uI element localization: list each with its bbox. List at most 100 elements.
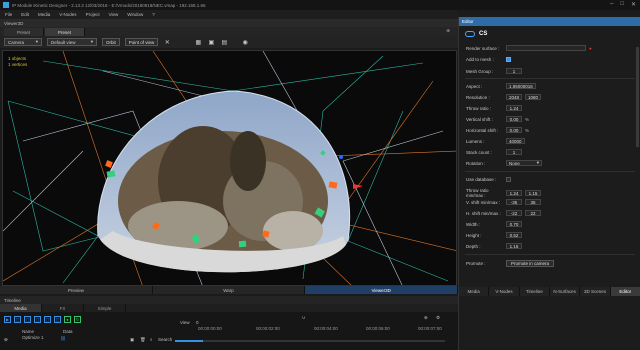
- grid-view-icon[interactable]: ▦: [194, 38, 202, 46]
- camera-select[interactable]: Camera ▾: [4, 38, 42, 46]
- link-icon[interactable]: ⛓: [60, 336, 66, 342]
- tab-vnodes[interactable]: V-Nodes: [489, 287, 520, 296]
- stack-count-field[interactable]: 1: [506, 149, 522, 155]
- delete-media-icon[interactable]: 🗑: [140, 337, 146, 343]
- layer-icon[interactable]: ▢: [34, 316, 41, 323]
- tab-label: Media: [14, 305, 27, 311]
- tab-editor[interactable]: Editor: [610, 287, 640, 296]
- surface-icon: [465, 31, 475, 37]
- tab-timeline-media[interactable]: Media: [0, 304, 42, 312]
- point-of-view-button[interactable]: Point of view: [124, 38, 159, 46]
- resolution-width-field[interactable]: 2048: [506, 94, 523, 100]
- editor-scrollbar[interactable]: [636, 47, 639, 147]
- lock-icon[interactable]: ⊖: [4, 337, 8, 343]
- loop-icon[interactable]: ↻: [74, 316, 81, 323]
- viewer3d-viewport[interactable]: 1 objects 1 vertices: [2, 50, 457, 286]
- column-header-data: Data: [63, 329, 73, 334]
- use-database-checkbox[interactable]: [506, 177, 511, 182]
- layer-icon[interactable]: ▢: [54, 316, 61, 323]
- tab-timeline[interactable]: Timeline: [520, 287, 550, 296]
- search-icon[interactable]: ⌕: [150, 337, 153, 342]
- stack-count-label: Stack count :: [466, 149, 493, 155]
- throw-max-field[interactable]: 1.15: [525, 190, 541, 196]
- vshift-max-field[interactable]: 35: [525, 199, 541, 205]
- close-button[interactable]: ✕: [631, 1, 636, 8]
- throw-min-field[interactable]: 1.24: [506, 190, 522, 196]
- editor-panel: Editor CS Render surface : ● Add to mesh…: [458, 17, 640, 350]
- depth-field[interactable]: 1.16: [506, 243, 522, 249]
- layer-icon[interactable]: ▢: [24, 316, 31, 323]
- add-media-icon[interactable]: ▣: [130, 337, 134, 343]
- ruler-tick: 00:00:04:00: [314, 326, 338, 331]
- eye-icon[interactable]: ◉: [241, 38, 249, 46]
- editor-object-title: CS: [465, 31, 487, 37]
- orbit-button[interactable]: Orbit: [102, 38, 120, 46]
- dome-surface[interactable]: [97, 90, 351, 276]
- menu-view[interactable]: View: [109, 12, 119, 17]
- tab-n-surfaces[interactable]: N-Surfaces: [550, 287, 581, 296]
- aspect-field[interactable]: 1.95000016: [506, 83, 536, 89]
- view-select[interactable]: Default view ▾: [47, 38, 97, 46]
- menu-window[interactable]: Window: [127, 12, 143, 17]
- tab-warp[interactable]: Warp: [153, 286, 306, 294]
- width-field[interactable]: 0.70: [506, 221, 522, 227]
- timeline-search-label[interactable]: Search: [158, 337, 172, 342]
- timeline-media-item[interactable]: Optimize 1: [22, 335, 44, 340]
- tab-timeline-fx[interactable]: FX: [42, 304, 84, 312]
- menu-help[interactable]: ?: [152, 12, 155, 17]
- height-label: Height :: [466, 232, 482, 238]
- tab-3d-scenes[interactable]: 3D Scenes: [580, 287, 611, 296]
- add-tab-icon[interactable]: ⊕: [446, 28, 450, 34]
- menu-project[interactable]: Project: [86, 12, 100, 17]
- lumens-label: Lumens :: [466, 138, 485, 144]
- promote-in-camera-button[interactable]: Promote in camera: [506, 260, 555, 267]
- scene-canvas[interactable]: [3, 51, 457, 286]
- add-to-mesh-checkbox[interactable]: [506, 57, 511, 62]
- hshift-minmax-label: H. shift min/max :: [466, 210, 501, 216]
- timeline-ruler[interactable]: 00:00:00:00 00:00:02:00 00:00:04:00 00:0…: [170, 318, 454, 331]
- vertical-shift-field[interactable]: 0.00: [506, 116, 522, 122]
- editor-object-name: CS: [479, 31, 488, 37]
- clear-icon[interactable]: ●: [589, 46, 592, 51]
- record-icon[interactable]: ●: [64, 316, 71, 323]
- fit-view-icon[interactable]: ✕: [163, 38, 171, 46]
- resolution-label: Resolution :: [466, 94, 490, 100]
- app-icon: [3, 2, 9, 8]
- tab-media[interactable]: Media: [459, 287, 490, 296]
- vshift-min-field[interactable]: -35: [506, 199, 522, 205]
- menu-edit[interactable]: Edit: [21, 12, 29, 17]
- hshift-min-field[interactable]: -22: [506, 210, 522, 216]
- hshift-max-field[interactable]: 22: [525, 210, 541, 216]
- throw-ratio-field[interactable]: 1.24: [506, 105, 522, 111]
- menu-file[interactable]: File: [5, 12, 12, 17]
- layer-icon[interactable]: ▢: [44, 316, 51, 323]
- menu-vnodes[interactable]: V-Nodes: [59, 12, 76, 17]
- width-row: Width : 0.70: [466, 221, 525, 227]
- maximize-button[interactable]: □: [620, 1, 624, 8]
- vertical-shift-label: Vertical shift :: [466, 116, 493, 122]
- frame-view-icon[interactable]: ▣: [207, 38, 215, 46]
- tab-label: Viewer3D: [371, 287, 391, 293]
- tab-preset-1[interactable]: Preset: [4, 28, 44, 36]
- resolution-height-field[interactable]: 1080: [525, 94, 542, 100]
- lumens-field[interactable]: 40000: [506, 138, 525, 144]
- tab-label: Media: [467, 289, 480, 294]
- play-icon[interactable]: ▶: [4, 316, 11, 323]
- render-surface-select[interactable]: [506, 45, 586, 51]
- tab-preview[interactable]: Preview: [0, 286, 153, 294]
- tab-viewer3d[interactable]: Viewer3D: [305, 286, 459, 294]
- horizontal-shift-field[interactable]: 0.00: [506, 127, 522, 133]
- layout-view-icon[interactable]: ▤: [220, 38, 228, 46]
- mesh-group-field[interactable]: 1: [506, 68, 522, 74]
- layer-icon[interactable]: ▢: [14, 316, 21, 323]
- tab-timeline-simple[interactable]: Simple: [84, 304, 126, 312]
- tab-label: V-Nodes: [495, 289, 513, 294]
- height-field[interactable]: 0.52: [506, 232, 522, 238]
- vshift-minmax-label: V. shift min/max :: [466, 199, 501, 205]
- menu-media[interactable]: Media: [38, 12, 50, 17]
- timeline-seekbar-progress: [175, 340, 203, 342]
- rotation-select[interactable]: None ▾: [506, 160, 542, 166]
- tab-preset-2[interactable]: Preset: [45, 28, 85, 36]
- minimize-button[interactable]: –: [610, 1, 613, 8]
- timeline-seekbar[interactable]: [175, 340, 445, 342]
